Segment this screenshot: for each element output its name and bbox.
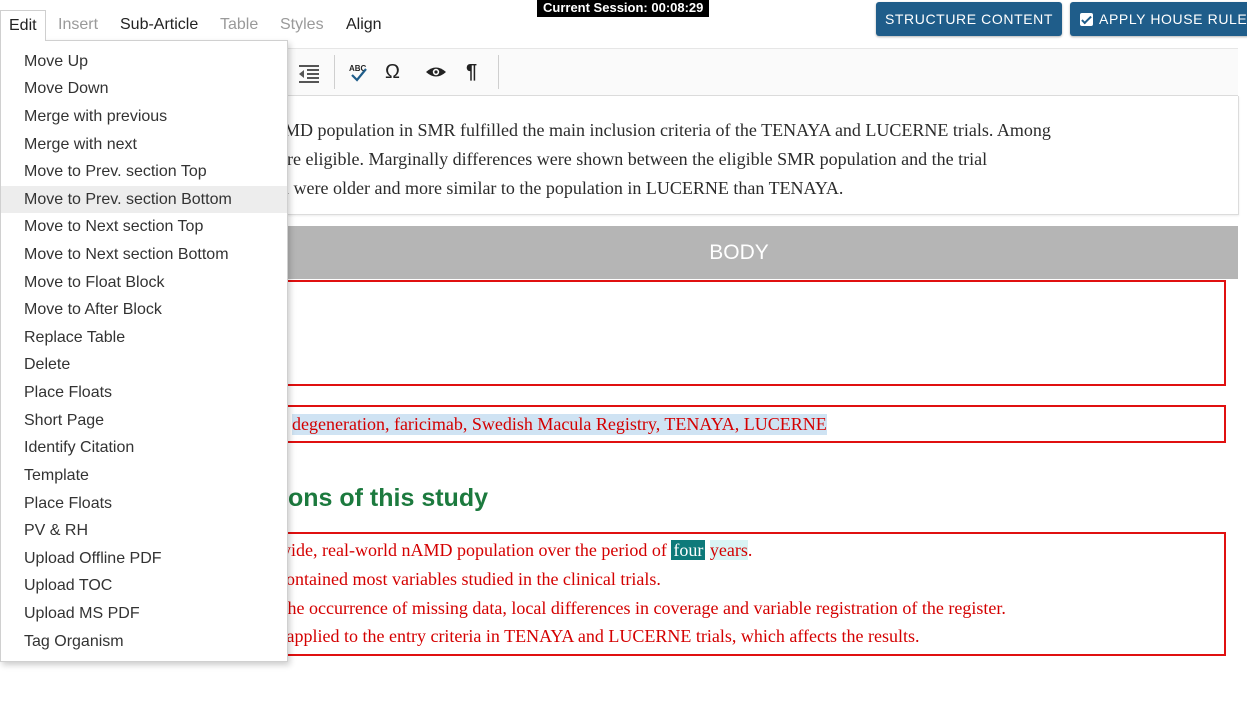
checkbox-checked-icon — [1080, 13, 1093, 26]
menu-table[interactable]: Table — [220, 15, 258, 35]
toolbar-separator — [498, 55, 499, 89]
menu-item-move-prev-section-top[interactable]: Move to Prev. section Top — [1, 158, 287, 185]
list-item: contained most variables studied in the … — [278, 569, 661, 589]
session-timer: Current Session: 00:08:29 — [537, 0, 710, 17]
menu-item-place-floats[interactable]: Place Floats — [1, 379, 287, 406]
menu-item-delete[interactable]: Delete — [1, 351, 287, 378]
menu-item-tag-organism[interactable]: Tag Organism — [1, 628, 287, 655]
menu-item-pv-rh[interactable]: PV & RH — [1, 517, 287, 544]
paragraph-line: MD population in SMR fulfilled the main … — [284, 120, 1051, 140]
body-section-title: BODY — [709, 241, 769, 264]
paragraph-line: were eligible. Marginally differences we… — [266, 149, 988, 169]
highlight-four: four — [671, 540, 706, 560]
menu-align[interactable]: Align — [346, 15, 382, 35]
apply-house-rules-label: APPLY HOUSE RULES — [1099, 11, 1247, 27]
apply-house-rules-button[interactable]: APPLY HOUSE RULES — [1070, 2, 1247, 36]
list-item: was applied to the entry criteria in TEN… — [254, 626, 920, 646]
menu-item-move-next-section-top[interactable]: Move to Next section Top — [1, 213, 287, 240]
body-section-header: BODY — [288, 226, 1238, 279]
menu-insert[interactable]: Insert — [58, 15, 98, 35]
empty-block[interactable] — [288, 280, 1226, 386]
menu-item-replace-table[interactable]: Replace Table — [1, 324, 287, 351]
menu-item-place-floats-2[interactable]: Place Floats — [1, 490, 287, 517]
editor-toolbar: ABC Ω ¶ — [288, 48, 1238, 96]
menu-item-merge-next[interactable]: Merge with next — [1, 131, 287, 158]
paragraph-line: n were older and more similar to the pop… — [280, 178, 844, 198]
menu-item-upload-toc[interactable]: Upload TOC — [1, 572, 287, 599]
menu-item-template[interactable]: Template — [1, 462, 287, 489]
edit-dropdown-menu: Move Up Move Down Merge with previous Me… — [0, 40, 288, 662]
highlight-years: years — [709, 540, 748, 560]
special-character-icon[interactable]: Ω — [385, 49, 400, 95]
menu-edit[interactable]: Edit — [0, 10, 46, 41]
menu-item-move-after-block[interactable]: Move to After Block — [1, 296, 287, 323]
structure-content-button[interactable]: STRUCTURE CONTENT — [876, 2, 1062, 36]
section-heading: ons of this study — [288, 484, 488, 512]
menu-item-move-up[interactable]: Move Up — [1, 48, 287, 75]
keywords-text: degeneration, faricimab, Swedish Macula … — [292, 414, 827, 435]
menu-item-upload-offline-pdf[interactable]: Upload Offline PDF — [1, 545, 287, 572]
pilcrow-icon[interactable]: ¶ — [466, 49, 477, 95]
spellcheck-icon[interactable]: ABC — [348, 49, 370, 95]
preview-eye-icon[interactable] — [425, 49, 447, 95]
limitations-list[interactable]: on-wide, real-world nAMD population over… — [252, 532, 1226, 656]
menu-item-move-float-block[interactable]: Move to Float Block — [1, 269, 287, 296]
menu-item-merge-previous[interactable]: Merge with previous — [1, 103, 287, 130]
menu-item-short-page[interactable]: Short Page — [1, 407, 287, 434]
menu-item-identify-citation[interactable]: Identify Citation — [1, 434, 287, 461]
menu-sub-article[interactable]: Sub-Article — [120, 15, 198, 35]
menu-item-upload-ms-pdf[interactable]: Upload MS PDF — [1, 600, 287, 627]
menu-item-move-prev-section-bottom[interactable]: Move to Prev. section Bottom — [1, 186, 287, 213]
toolbar-separator — [334, 55, 335, 89]
list-item: ude the occurrence of missing data, loca… — [252, 598, 1006, 618]
menu-item-move-next-section-bottom[interactable]: Move to Next section Bottom — [1, 241, 287, 268]
list-item: on-wide, real-world nAMD population over… — [254, 540, 753, 560]
menu-item-move-down[interactable]: Move Down — [1, 75, 287, 102]
keywords-block[interactable]: degeneration, faricimab, Swedish Macula … — [288, 405, 1226, 443]
outdent-icon[interactable] — [298, 49, 322, 95]
abstract-paragraph[interactable]: MD population in SMR fulfilled the main … — [266, 96, 1239, 215]
menu-styles[interactable]: Styles — [280, 15, 324, 35]
